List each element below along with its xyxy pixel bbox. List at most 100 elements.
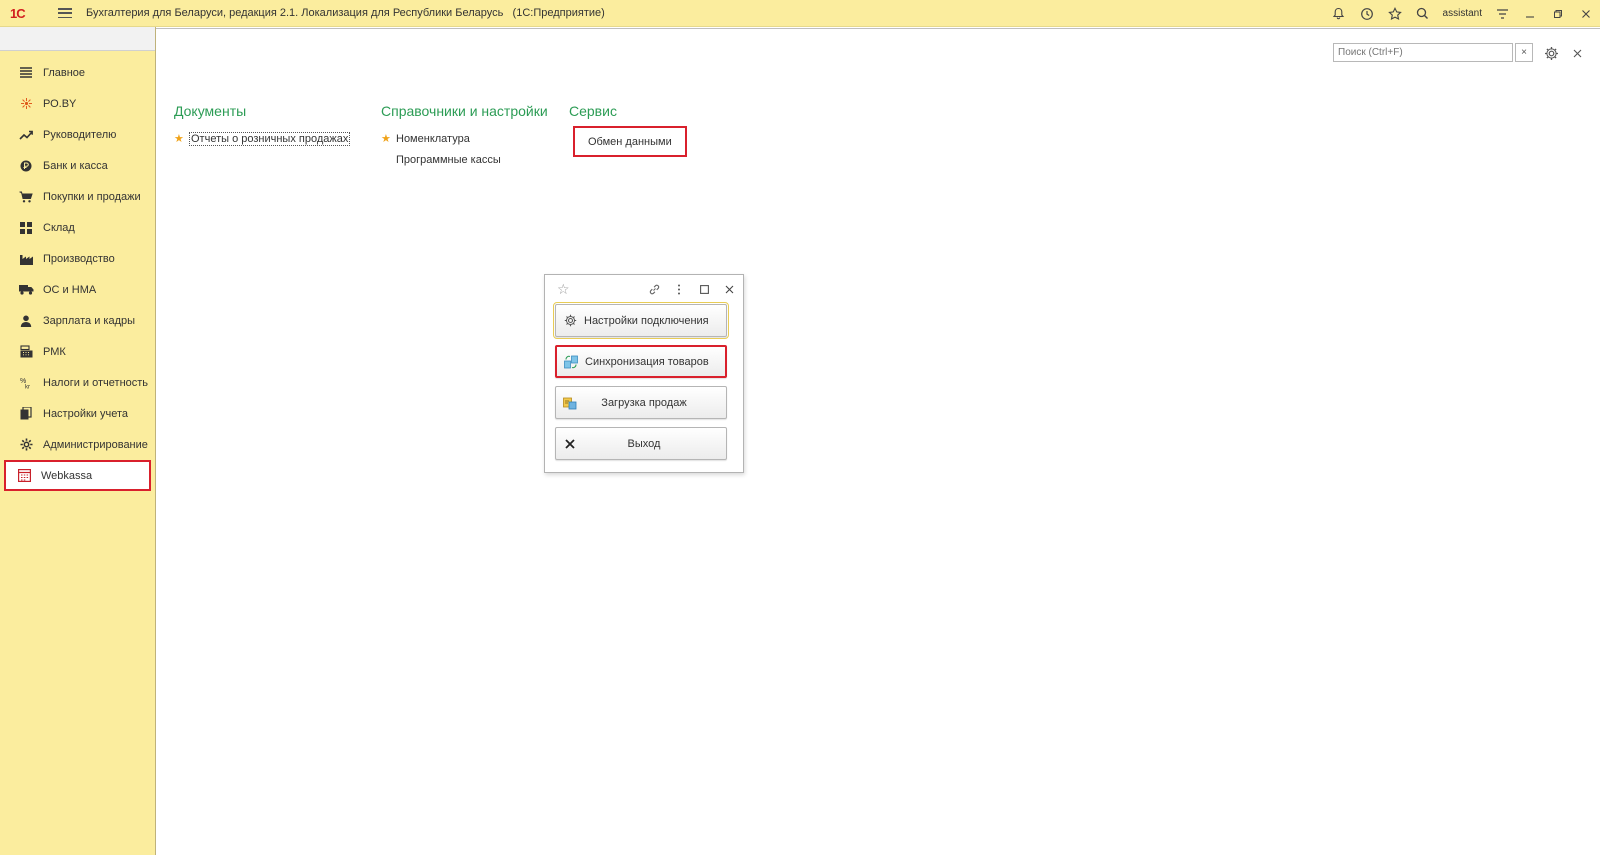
sidebar-item-glavnoe[interactable]: Главное <box>4 57 151 88</box>
favorites-star-icon[interactable] <box>1381 0 1409 27</box>
clear-search-icon[interactable]: × <box>1515 43 1533 62</box>
sidebar-item-administrirovanie[interactable]: Администрирование <box>4 429 151 460</box>
sidebar-item-os-nma[interactable]: ОС и НМА <box>4 274 151 305</box>
section-title: Документы <box>174 103 247 119</box>
sync-goods-button[interactable]: Синхронизация товаров <box>555 345 727 378</box>
more-menu-icon[interactable] <box>671 281 687 297</box>
search-input[interactable] <box>1333 43 1513 62</box>
button-label: Синхронизация товаров <box>585 355 709 368</box>
load-sales-button[interactable]: Загрузка продаж <box>555 386 727 419</box>
sidebar-item-zarplata[interactable]: Зарплата и кадры <box>4 305 151 336</box>
load-sales-icon <box>562 395 578 411</box>
sidebar-item-label: РМК <box>43 345 66 358</box>
sidebar-item-pokupki[interactable]: Покупки и продажи <box>4 181 151 212</box>
sections-panel: Главное РО.BY Руководителю Банк и касса … <box>0 27 156 855</box>
close-dialog-icon[interactable] <box>721 281 737 297</box>
sidebar-item-label: Webkassa <box>41 469 93 482</box>
sidebar-item-label: РО.BY <box>43 97 77 110</box>
bell-icon[interactable] <box>1325 0 1353 27</box>
tax-icon: % kr <box>18 375 34 391</box>
close-icon <box>562 436 578 452</box>
link-nomenclature[interactable]: ★ Номенклатура <box>381 128 548 149</box>
close-window-icon[interactable] <box>1572 0 1600 27</box>
current-user[interactable]: assistant <box>1443 8 1482 19</box>
app-title-text: Бухгалтерия для Беларуси, редакция 2.1. … <box>86 7 504 19</box>
section-title: Сервис <box>569 103 617 119</box>
documents-icon <box>18 406 34 422</box>
button-label: Выход <box>627 437 661 450</box>
documents-section: Документы ★ Отчеты о розничных продажах <box>174 103 351 149</box>
main-menu-icon[interactable] <box>58 8 72 18</box>
sidebar-item-bank-kassa[interactable]: Банк и касса <box>4 150 151 181</box>
app-logo[interactable]: 1С <box>10 6 46 21</box>
sidebar-item-label: Склад <box>43 221 75 234</box>
gear-icon <box>562 313 578 329</box>
sidebar-item-rmk[interactable]: РМК <box>4 336 151 367</box>
user-menu-icon[interactable] <box>1488 0 1516 27</box>
app-platform-text: (1С:Предприятие) <box>512 7 605 19</box>
sidebar-item-roby[interactable]: РО.BY <box>4 88 151 119</box>
roby-icon <box>18 96 34 112</box>
sidebar-item-label: Банк и касса <box>43 159 108 172</box>
chart-trend-icon <box>18 127 34 143</box>
sync-icon <box>563 354 579 370</box>
section-content: × Документы ★ Отчеты о розничных продажа… <box>156 28 1600 855</box>
person-icon <box>18 313 34 329</box>
sidebar-item-rukovoditelyu[interactable]: Руководителю <box>4 119 151 150</box>
sidebar-item-label: Покупки и продажи <box>43 190 141 203</box>
sidebar-item-label: ОС и НМА <box>43 283 97 296</box>
sidebar-item-label: Настройки учета <box>43 407 129 420</box>
dialog-header: ☆ <box>545 275 743 303</box>
coin-icon <box>18 158 34 174</box>
link-data-exchange[interactable]: Обмен данными <box>573 126 687 157</box>
sidebar-item-label: Администрирование <box>43 438 148 451</box>
close-section-icon[interactable] <box>1567 43 1587 63</box>
catalogs-section: Справочники и настройки ★ Номенклатура П… <box>381 103 548 170</box>
section-title: Справочники и настройки <box>381 103 548 119</box>
minimize-icon[interactable] <box>1516 0 1544 27</box>
sidebar-item-nalogi[interactable]: % kr Налоги и отчетность <box>4 367 151 398</box>
title-bar: 1С Бухгалтерия для Беларуси, редакция 2.… <box>0 0 1600 27</box>
sidebar-item-label: Зарплата и кадры <box>43 314 136 327</box>
link-text[interactable]: Номенклатура <box>396 133 470 145</box>
service-section: Сервис Обмен данными <box>569 103 687 157</box>
maximize-icon[interactable] <box>696 281 712 297</box>
grid-icon <box>18 220 34 236</box>
connection-settings-button[interactable]: Настройки подключения <box>553 302 729 339</box>
favorite-star-icon: ★ <box>381 133 391 145</box>
sidebar-item-sklad[interactable]: Склад <box>4 212 151 243</box>
search-icon[interactable] <box>1409 0 1437 27</box>
sidebar-item-webkassa[interactable]: Webkassa <box>4 460 151 491</box>
sidebar-top-strip <box>0 27 155 51</box>
history-icon[interactable] <box>1353 0 1381 27</box>
link-program-registers[interactable]: Программные кассы <box>381 149 548 170</box>
favorite-star-icon[interactable]: ☆ <box>557 281 570 298</box>
register-icon <box>18 344 34 360</box>
list-icon <box>18 65 34 81</box>
settings-gear-icon[interactable] <box>1541 43 1561 63</box>
gear-icon <box>18 437 34 453</box>
svg-text:kr: kr <box>25 385 30 390</box>
link-retail-reports[interactable]: ★ Отчеты о розничных продажах <box>174 128 351 149</box>
cart-icon <box>18 189 34 205</box>
exit-button[interactable]: Выход <box>555 427 727 460</box>
webkassa-dialog: ☆ Настройки подключения Синхронизация то… <box>544 274 744 473</box>
link-text[interactable]: Программные кассы <box>396 154 501 166</box>
app-title: Бухгалтерия для Беларуси, редакция 2.1. … <box>86 7 605 19</box>
sidebar-item-nastroyki-ucheta[interactable]: Настройки учета <box>4 398 151 429</box>
button-label: Настройки подключения <box>584 314 709 327</box>
sidebar-item-proizvodstvo[interactable]: Производство <box>4 243 151 274</box>
link-text[interactable]: Отчеты о розничных продажах <box>189 131 351 146</box>
sidebar-item-label: Главное <box>43 66 86 79</box>
link-icon[interactable] <box>646 281 662 297</box>
truck-icon <box>18 282 34 298</box>
sidebar-item-label: Производство <box>43 252 115 265</box>
favorite-star-icon: ★ <box>174 133 184 145</box>
restore-icon[interactable] <box>1544 0 1572 27</box>
sidebar-item-label: Налоги и отчетность <box>43 376 149 389</box>
factory-icon <box>18 251 34 267</box>
sidebar-item-label: Руководителю <box>43 128 117 141</box>
button-label: Загрузка продаж <box>601 396 687 409</box>
calendar-icon <box>16 468 32 484</box>
link-text[interactable]: Обмен данными <box>588 136 672 148</box>
